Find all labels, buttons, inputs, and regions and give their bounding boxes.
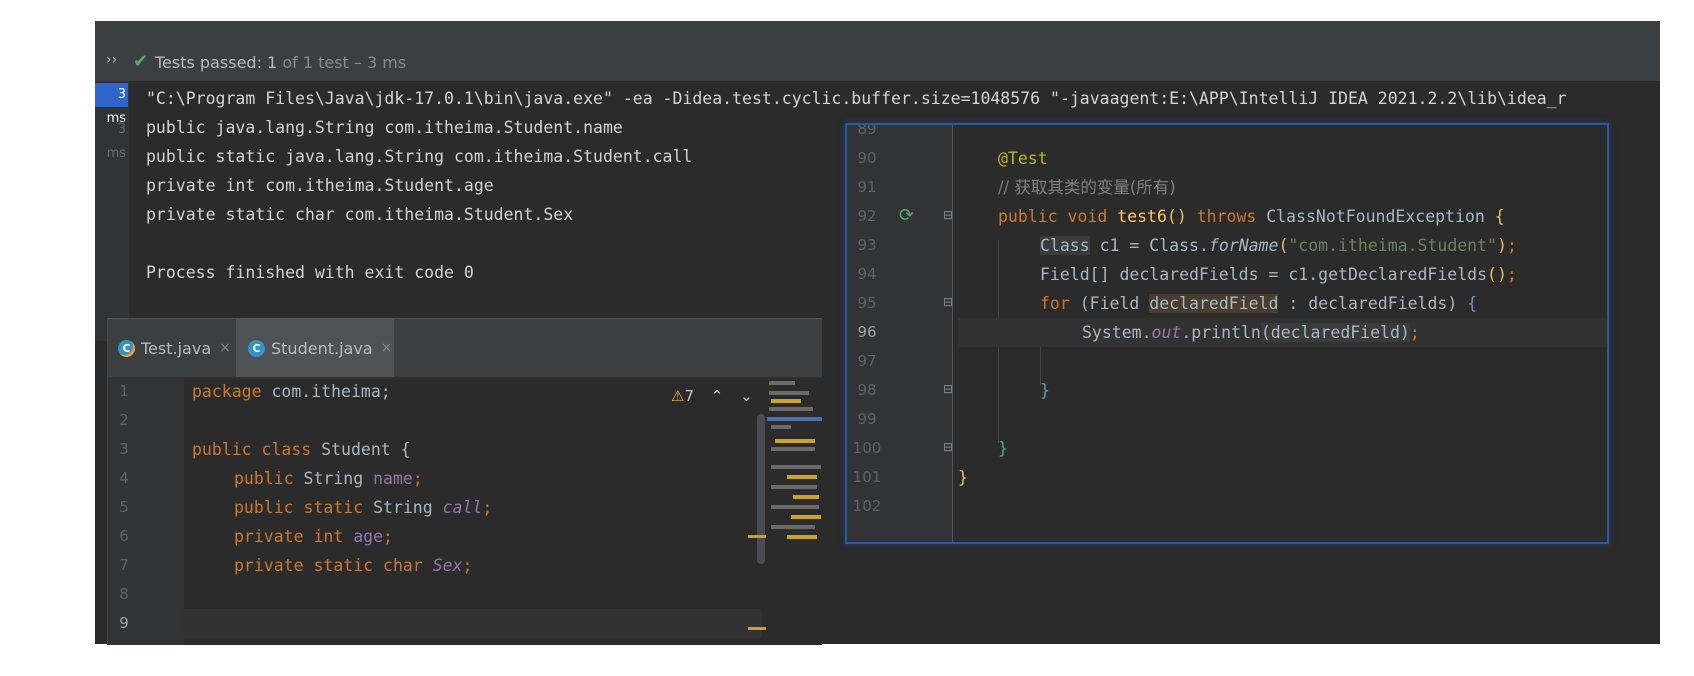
check-icon: ✔	[133, 51, 149, 72]
vertical-scrollbar[interactable]	[757, 414, 765, 564]
code-line: Class c1 = Class.forName("com.itheima.St…	[1040, 236, 1517, 255]
class-icon: C	[248, 339, 265, 357]
line-number: 93	[857, 236, 877, 254]
line-number: 92	[857, 207, 877, 225]
line-number: 89	[857, 123, 877, 138]
line-number: 8	[119, 585, 129, 603]
line-number: 99	[857, 410, 877, 428]
class-icon: C	[118, 339, 135, 357]
line-number-current: 96	[857, 323, 877, 341]
popup-gutter: 89 90 91 92 93 94 95 96 97 98 99 100 101…	[847, 125, 953, 542]
warning-icon: ⚠	[671, 387, 685, 405]
code-line-current: System.out.println(declaredField);	[958, 318, 1607, 347]
tab-label: Student.java	[271, 338, 373, 358]
inspection-widget[interactable]: ⚠7 ⌃ ⌄	[671, 387, 753, 405]
console-line: "C:\Program Files\Java\jdk-17.0.1\bin\ja…	[146, 89, 1567, 108]
line-number: 100	[852, 439, 882, 457]
code-line: for (Field declaredField : declaredField…	[1040, 294, 1478, 313]
expand-chevron-icon[interactable]: ››	[106, 52, 117, 68]
code-line: private static char Sex;	[234, 556, 473, 575]
tab-test-java[interactable]: C Test.java ×	[108, 319, 234, 377]
code-line: }	[958, 468, 968, 487]
code-line: @Test	[998, 149, 1048, 168]
fold-icon[interactable]: ⊟	[943, 295, 953, 309]
console-toolbar	[95, 21, 1660, 44]
line-number: 97	[857, 352, 877, 370]
fold-icon[interactable]: ⊟	[943, 382, 953, 396]
fold-icon[interactable]: ⊟	[943, 440, 953, 454]
line-number: 1	[119, 382, 129, 400]
chevron-up-icon[interactable]: ⌃	[711, 387, 724, 405]
test-duration-selected[interactable]: 3 ms	[95, 83, 128, 126]
code-line: }	[998, 439, 1008, 458]
close-icon[interactable]: ×	[219, 340, 231, 356]
test-status-text: Tests passed: 1 of 1 test – 3 ms	[155, 53, 407, 72]
code-line: public static String call;	[234, 498, 493, 517]
test-status-bar: ›› ✔ Tests passed: 1 of 1 test – 3 ms	[95, 43, 1660, 82]
line-number: 102	[852, 497, 882, 515]
chevron-down-icon[interactable]: ⌄	[740, 387, 753, 405]
line-number: 90	[857, 149, 877, 167]
code-line: Field[] declaredFields = c1.getDeclaredF…	[1040, 265, 1517, 284]
code-line: }	[1040, 381, 1050, 400]
editor-gutter: 1 2 3 4 5 6 7 8 9	[108, 377, 184, 645]
warning-marker[interactable]	[748, 535, 766, 538]
warning-count: 7	[684, 387, 694, 405]
code-line: public class Student {	[192, 440, 411, 459]
line-number: 94	[857, 265, 877, 283]
close-icon[interactable]: ×	[381, 340, 393, 356]
code-line-current	[182, 609, 762, 638]
line-number: 4	[119, 469, 129, 487]
run-test-icon[interactable]: ⟳	[899, 205, 914, 226]
tab-student-java[interactable]: C Student.java ×	[236, 319, 394, 377]
code-line: public void test6() throws ClassNotFound…	[998, 207, 1505, 226]
code-minimap[interactable]	[767, 379, 822, 559]
line-number: 95	[857, 294, 877, 312]
student-java-editor: C Test.java × C Student.java × 1 2 3 4 5…	[107, 318, 822, 645]
line-number: 2	[119, 411, 129, 429]
warning-marker[interactable]	[748, 627, 766, 630]
line-number: 101	[852, 468, 882, 486]
line-number-current: 9	[119, 614, 129, 632]
line-number: 7	[119, 556, 129, 574]
code-line: public String name;	[234, 469, 423, 488]
test-tree-gutter: 3 ms 3 ms	[95, 81, 129, 341]
code-preview-popup[interactable]: 89 90 91 92 93 94 95 96 97 98 99 100 101…	[845, 123, 1609, 544]
line-number: 6	[119, 527, 129, 545]
test-duration[interactable]: 3 ms	[95, 118, 128, 161]
code-line: // 获取其类的变量(所有)	[998, 178, 1176, 197]
line-number: 91	[857, 178, 877, 196]
editor-tabbar: C Test.java × C Student.java ×	[108, 319, 822, 378]
line-number: 3	[119, 440, 129, 458]
code-line: private int age;	[234, 527, 393, 546]
line-number: 98	[857, 381, 877, 399]
fold-icon[interactable]: ⊟	[943, 208, 953, 222]
tab-label: Test.java	[141, 338, 212, 358]
line-number: 5	[119, 498, 129, 516]
